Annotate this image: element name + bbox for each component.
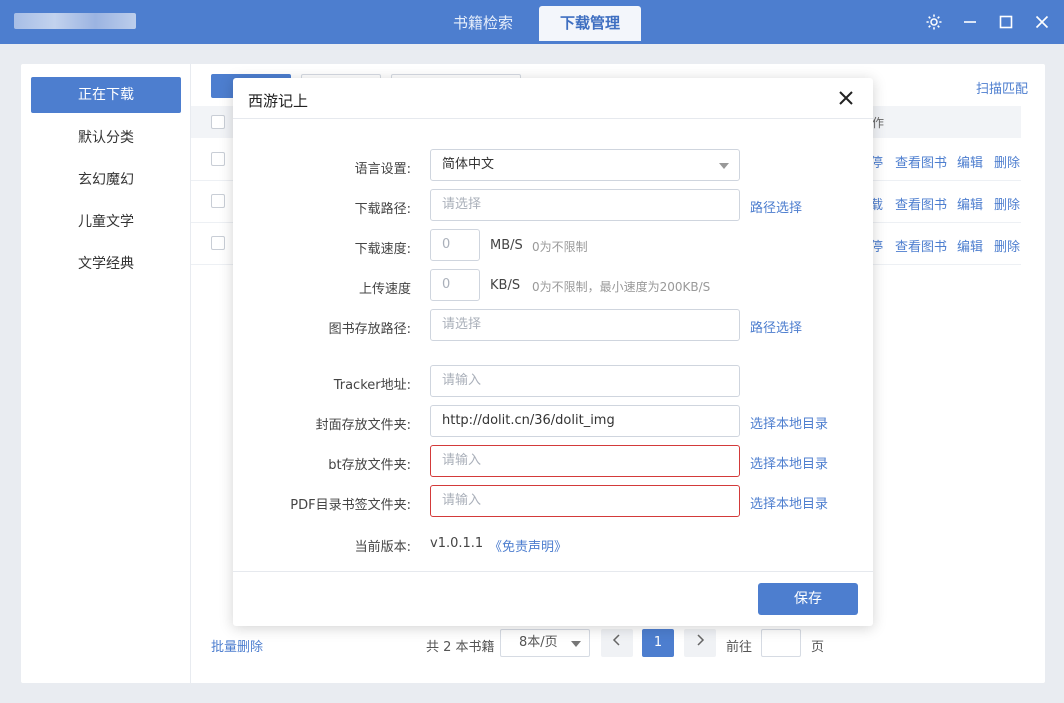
select-all-checkbox[interactable] <box>211 115 225 129</box>
cover-folder-input[interactable]: http://dolit.cn/36/dolit_img <box>430 405 740 437</box>
download-speed-hint: 0为不限制 <box>532 240 588 254</box>
page-number-current[interactable]: 1 <box>642 629 674 657</box>
version-label: 当前版本: <box>354 540 411 555</box>
goto-page-input[interactable] <box>761 629 801 657</box>
upload-speed-unit: KB/S <box>490 278 521 293</box>
pdf-folder-placeholder: 请输入 <box>442 493 482 508</box>
download-speed-input[interactable]: 0 <box>430 229 480 261</box>
download-speed-label: 下载速度: <box>354 242 411 257</box>
disclaimer-link[interactable]: 《免责声明》 <box>489 536 567 555</box>
row-action-delete[interactable]: 删除 <box>994 236 1020 255</box>
tracker-placeholder: 请输入 <box>442 373 482 388</box>
row-checkbox[interactable] <box>211 194 225 208</box>
bt-folder-placeholder: 请输入 <box>442 453 482 468</box>
upload-speed-input[interactable]: 0 <box>430 269 480 301</box>
tab-download-manager[interactable]: 下载管理 <box>539 6 641 41</box>
row-action-delete[interactable]: 删除 <box>994 152 1020 171</box>
language-value: 简体中文 <box>442 157 495 172</box>
row-action-edit[interactable]: 编辑 <box>957 194 983 213</box>
sidebar: 正在下载 默认分类 玄幻魔幻 儿童文学 文学经典 <box>21 64 191 683</box>
gear-icon[interactable] <box>925 13 943 31</box>
goto-label: 前往 <box>726 640 753 655</box>
language-label: 语言设置: <box>354 162 411 177</box>
download-path-label: 下载路径: <box>354 202 411 217</box>
minimize-icon[interactable] <box>961 13 979 31</box>
sidebar-item-children[interactable]: 儿童文学 <box>31 204 181 240</box>
download-path-placeholder: 请选择 <box>442 197 482 212</box>
next-page-button[interactable] <box>684 629 716 657</box>
row-action-view[interactable]: 查看图书 <box>895 194 947 213</box>
row-action-view[interactable]: 查看图书 <box>895 152 947 171</box>
bt-folder-label: bt存放文件夹: <box>328 458 411 473</box>
chevron-down-icon <box>571 641 581 647</box>
chevron-down-icon <box>719 163 729 169</box>
row-action-edit[interactable]: 编辑 <box>957 236 983 255</box>
dialog-title: 西游记上 <box>248 92 309 110</box>
scan-match-link[interactable]: 扫描匹配 <box>976 78 1028 97</box>
pdf-folder-label: PDF目录书签文件夹: <box>290 498 411 513</box>
maximize-icon[interactable] <box>997 13 1015 31</box>
row-checkbox[interactable] <box>211 236 225 250</box>
pdf-folder-input[interactable]: 请输入 <box>430 485 740 517</box>
row-checkbox[interactable] <box>211 152 225 166</box>
cover-folder-label: 封面存放文件夹: <box>315 418 411 433</box>
pager-total: 共 2 本书籍 <box>426 640 495 655</box>
upload-speed-label: 上传速度 <box>358 282 411 297</box>
book-path-select-link[interactable]: 路径选择 <box>750 317 802 336</box>
settings-dialog: 西游记上 语言设置: 简体中文 下载路径: 请选择 路径选择 下载速度: 0 M… <box>233 78 873 626</box>
page-suffix: 页 <box>811 640 825 655</box>
tab-book-search[interactable]: 书籍检索 <box>434 6 532 41</box>
prev-page-button[interactable] <box>601 629 633 657</box>
row-action-edit[interactable]: 编辑 <box>957 152 983 171</box>
tracker-label: Tracker地址: <box>333 378 411 393</box>
version-value: v1.0.1.1 <box>430 536 484 551</box>
pdf-folder-select-link[interactable]: 选择本地目录 <box>750 493 828 512</box>
bulk-delete-link[interactable]: 批量删除 <box>211 636 263 655</box>
bt-folder-select-link[interactable]: 选择本地目录 <box>750 453 828 472</box>
title-bar: 书籍检索 下载管理 <box>0 0 1064 44</box>
dialog-header: 西游记上 <box>233 78 873 119</box>
download-speed-value: 0 <box>442 237 451 252</box>
upload-speed-value: 0 <box>442 277 451 292</box>
sidebar-item-downloading[interactable]: 正在下载 <box>31 77 181 113</box>
page-size-select[interactable]: 8本/页 <box>500 629 590 657</box>
upload-speed-hint: 0为不限制，最小速度为200KB/S <box>532 280 711 294</box>
download-path-input[interactable]: 请选择 <box>430 189 740 221</box>
cover-folder-value: http://dolit.cn/36/dolit_img <box>442 413 615 428</box>
page-size-value: 8本/页 <box>519 635 558 650</box>
download-speed-unit: MB/S <box>490 238 523 253</box>
sidebar-item-classics[interactable]: 文学经典 <box>31 246 181 282</box>
bt-folder-input[interactable]: 请输入 <box>430 445 740 477</box>
language-select[interactable]: 简体中文 <box>430 149 740 181</box>
close-icon[interactable] <box>837 89 855 107</box>
save-button[interactable]: 保存 <box>758 583 858 615</box>
tracker-input[interactable]: 请输入 <box>430 365 740 397</box>
app-logo <box>14 13 136 29</box>
chevron-left-icon <box>612 634 620 646</box>
download-path-select-link[interactable]: 路径选择 <box>750 197 802 216</box>
close-icon[interactable] <box>1033 13 1051 31</box>
dialog-footer-divider <box>233 571 873 572</box>
table-header-operation: 作 <box>872 116 885 130</box>
row-action-delete[interactable]: 删除 <box>994 194 1020 213</box>
sidebar-item-fantasy[interactable]: 玄幻魔幻 <box>31 162 181 198</box>
book-path-input[interactable]: 请选择 <box>430 309 740 341</box>
row-action-view[interactable]: 查看图书 <box>895 236 947 255</box>
chevron-right-icon <box>697 634 705 646</box>
sidebar-item-default[interactable]: 默认分类 <box>31 120 181 156</box>
book-path-label: 图书存放路径: <box>328 322 411 337</box>
book-path-placeholder: 请选择 <box>442 317 482 332</box>
cover-folder-select-link[interactable]: 选择本地目录 <box>750 413 828 432</box>
